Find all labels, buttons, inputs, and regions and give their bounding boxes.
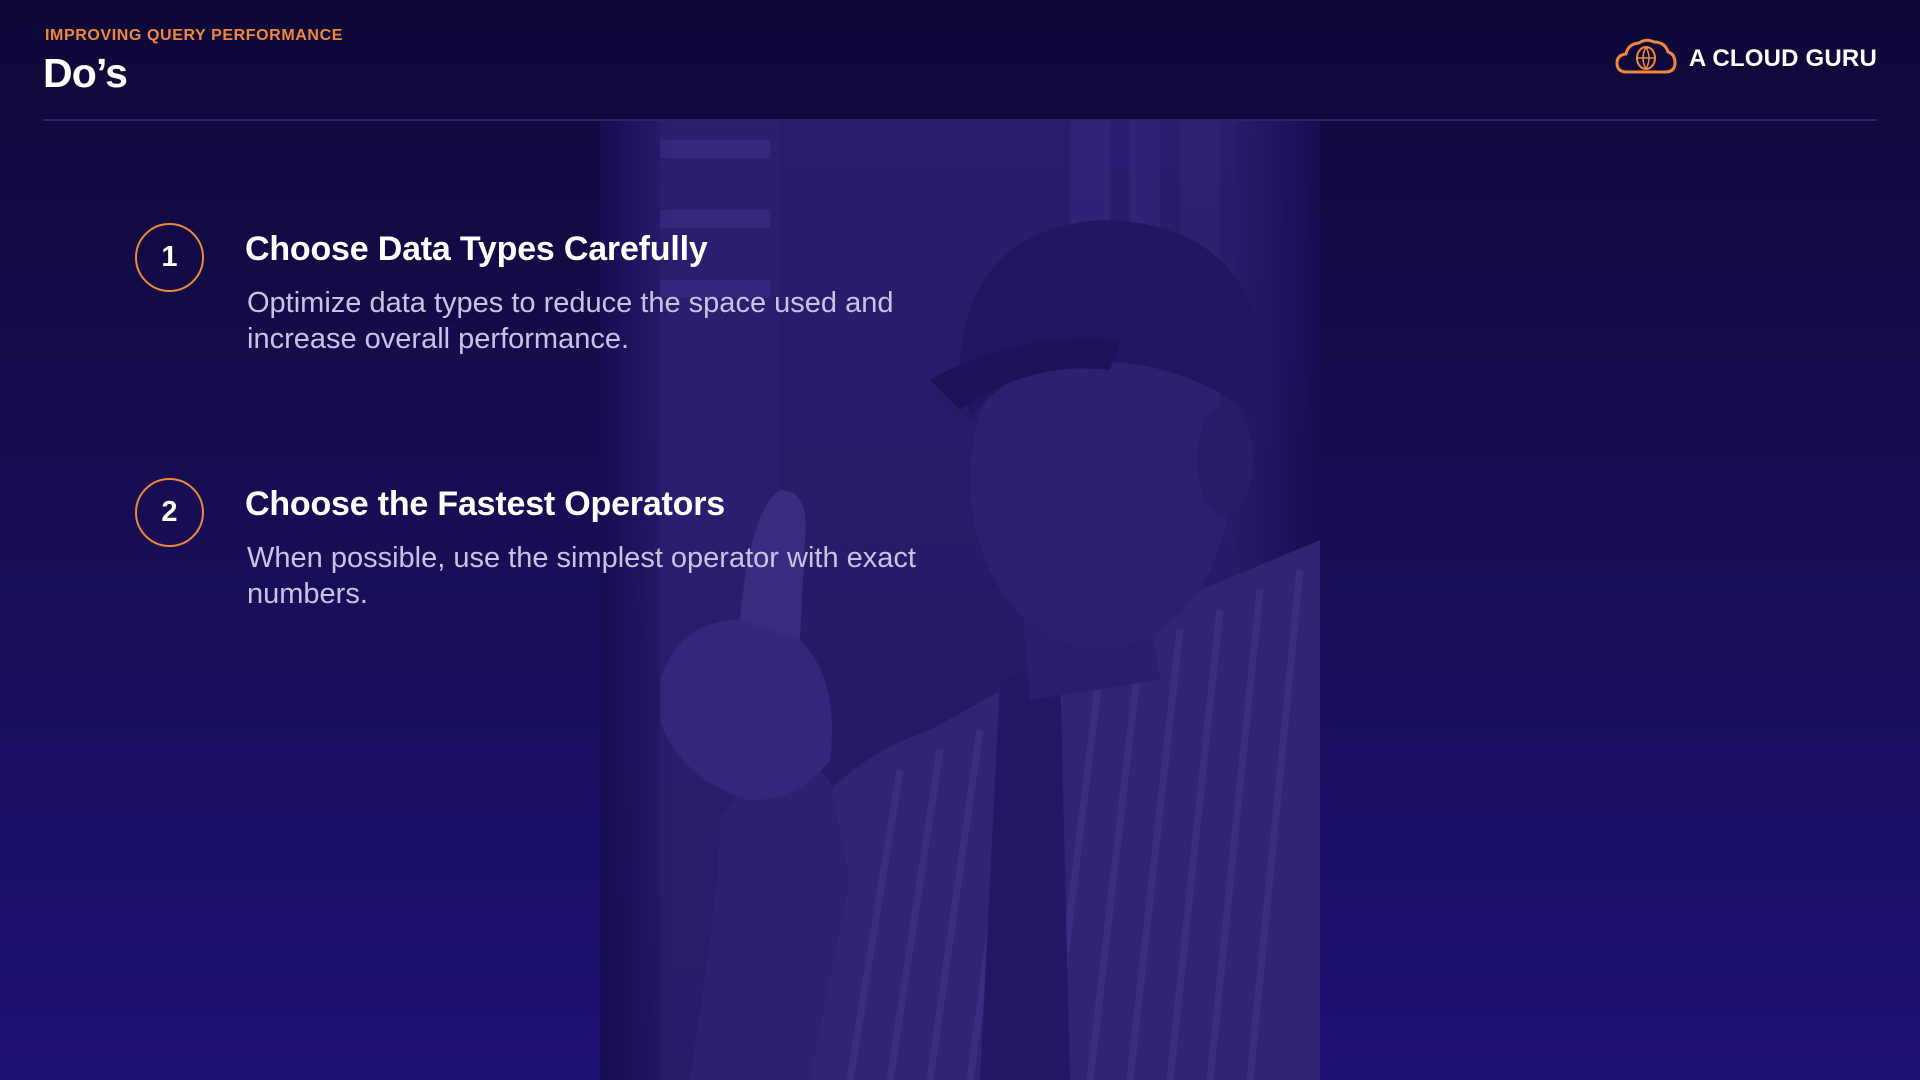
brand-logo: A CLOUD GURU	[1613, 36, 1877, 81]
section-eyebrow: IMPROVING QUERY PERFORMANCE	[45, 27, 344, 44]
item-title: Choose the Fastest Operators	[245, 485, 725, 523]
item-title: Choose Data Types Carefully	[245, 230, 708, 268]
header-divider	[43, 119, 1877, 121]
item-description: Optimize data types to reduce the space …	[247, 287, 894, 355]
step-number-badge: 1	[135, 223, 204, 292]
page-title: Do’s	[43, 50, 128, 96]
brand-name: A CLOUD GURU	[1688, 44, 1877, 72]
item-description: When possible, use the simplest operator…	[247, 542, 916, 610]
step-number-badge: 2	[135, 478, 204, 547]
cloud-logo-icon	[1613, 36, 1677, 81]
